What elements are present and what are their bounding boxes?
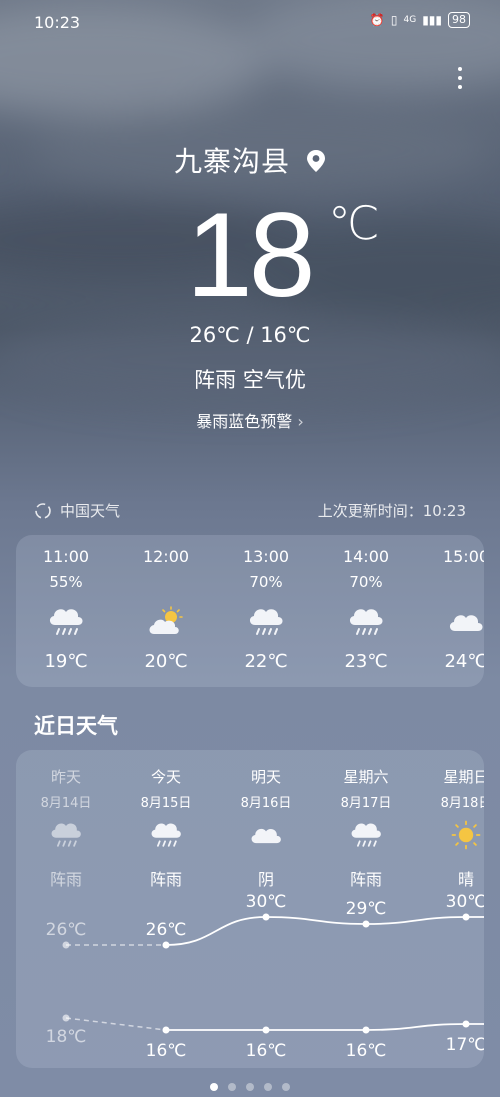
low-temp-label: 16℃	[346, 1041, 387, 1061]
day-name: 今天	[150, 768, 181, 786]
china-weather-logo-icon	[35, 502, 51, 519]
day-date: 8月15日	[140, 796, 192, 811]
hour-temp: 20℃	[144, 651, 188, 672]
sun-icon	[448, 818, 484, 852]
hourly-forecast[interactable]: 11:00 55% 19℃ 12:00 20℃ 13:00 70% 22℃ 14…	[16, 535, 484, 687]
high-temp-label: 30℃	[246, 892, 287, 912]
hour-temp: 24℃	[444, 651, 484, 672]
rain-cloud-icon	[46, 605, 86, 639]
low-temp-label: 16℃	[246, 1041, 287, 1061]
day-date: 8月17日	[340, 796, 392, 811]
page-dot[interactable]	[228, 1083, 236, 1091]
high-temp-point	[362, 920, 370, 928]
rain-cloud-icon	[148, 818, 184, 852]
page-dot[interactable]	[246, 1083, 254, 1091]
low-temp-point	[262, 1026, 270, 1034]
page-dot[interactable]	[264, 1083, 272, 1091]
location-pin-icon	[306, 150, 325, 172]
daily-section-title: 近日天气	[34, 714, 118, 738]
weather-alert[interactable]: 暴雨蓝色预警 ›	[0, 408, 500, 432]
high-temp-point	[62, 941, 70, 949]
hour-temp: 19℃	[44, 651, 88, 672]
current-temperature: 18	[186, 188, 315, 322]
low-temp-line	[166, 1023, 484, 1031]
status-bar: 10:23 ⏰ ▯ 4G ▮▮▮ 98	[0, 0, 500, 44]
day-name: 昨天	[50, 768, 81, 786]
high-temp-label: 26℃	[146, 920, 187, 940]
low-temp-label: 17℃	[446, 1035, 484, 1055]
alarm-icon: ⏰	[369, 13, 385, 27]
vibrate-icon: ▯	[390, 13, 398, 27]
chevron-right-icon: ›	[297, 412, 304, 431]
partly-cloudy-icon	[146, 605, 186, 639]
low-temp-point	[462, 1020, 470, 1028]
day-condition: 阴	[257, 870, 274, 889]
rain-cloud-icon	[348, 818, 384, 852]
cloud-icon	[446, 605, 484, 639]
rain-cloud-icon	[346, 605, 386, 639]
high-temp-point	[262, 913, 270, 921]
network-label: 4G	[403, 15, 417, 25]
low-temp-label: 18℃	[46, 1027, 87, 1047]
low-temp-label: 16℃	[146, 1041, 187, 1061]
hour-time: 15:00	[442, 547, 484, 566]
day-date: 8月14日	[40, 796, 92, 811]
page-dot[interactable]	[210, 1083, 218, 1091]
hour-pop: 70%	[349, 573, 383, 591]
location-header[interactable]: 九寨沟县	[0, 140, 500, 180]
status-icons: ⏰ ▯ 4G ▮▮▮ 98	[370, 12, 470, 28]
low-temp-point	[62, 1014, 70, 1022]
data-source: 中国天气	[34, 500, 120, 521]
day-condition: 阵雨	[149, 870, 182, 889]
today-range: 26℃ / 16℃	[189, 323, 311, 347]
temperature-trend-chart: 26℃ 26℃ 30℃ 29℃ 30℃ 18℃ 16℃ 16℃ 16℃ 17℃	[46, 892, 484, 1061]
hour-temp: 23℃	[344, 651, 388, 672]
location-name: 九寨沟县	[174, 145, 291, 178]
source-name: 中国天气	[60, 502, 121, 520]
day-condition: 阵雨	[49, 870, 82, 889]
hour-pop: 70%	[249, 573, 283, 591]
rain-cloud-icon	[246, 605, 286, 639]
hour-time: 14:00	[342, 547, 390, 566]
hour-time: 11:00	[42, 547, 90, 566]
day-date: 8月18日	[440, 796, 484, 811]
cloud-icon	[248, 818, 284, 852]
daily-forecast[interactable]: 昨天 8月14日 阵雨 今天 8月15日 阵雨 明天 8月16日 阴 星期六 8…	[16, 750, 484, 1068]
rain-cloud-icon	[48, 818, 84, 852]
page-indicator[interactable]	[0, 1083, 500, 1091]
high-temp-label: 30℃	[446, 892, 484, 912]
signal-icon: ▮▮▮	[422, 13, 442, 27]
day-name: 明天	[250, 768, 281, 786]
high-temp-line	[165, 916, 484, 946]
more-menu-icon[interactable]	[450, 62, 470, 96]
day-condition: 阵雨	[349, 870, 382, 889]
page-dot[interactable]	[282, 1083, 290, 1091]
day-name: 星期日	[443, 768, 484, 786]
hour-time: 13:00	[242, 547, 290, 566]
low-temp-point	[362, 1026, 370, 1034]
hour-time: 12:00	[142, 547, 190, 566]
battery-indicator: 98	[448, 12, 470, 28]
low-temp-point	[162, 1026, 170, 1034]
day-name: 星期六	[343, 768, 389, 786]
hour-temp: 22℃	[244, 651, 288, 672]
status-time: 10:23	[34, 13, 81, 32]
high-temp-point	[462, 913, 470, 921]
high-temp-label: 26℃	[46, 920, 87, 940]
high-temp-label: 29℃	[346, 899, 387, 919]
day-condition: 晴	[457, 870, 474, 889]
high-temp-point	[162, 941, 170, 949]
last-updated: 上次更新时间：10:23	[317, 502, 466, 520]
hour-pop: 55%	[49, 573, 83, 591]
day-date: 8月16日	[240, 796, 292, 811]
current-condition: 阵雨 空气优	[194, 368, 306, 392]
alert-text: 暴雨蓝色预警	[196, 412, 293, 431]
temperature-unit: ℃	[328, 196, 380, 250]
